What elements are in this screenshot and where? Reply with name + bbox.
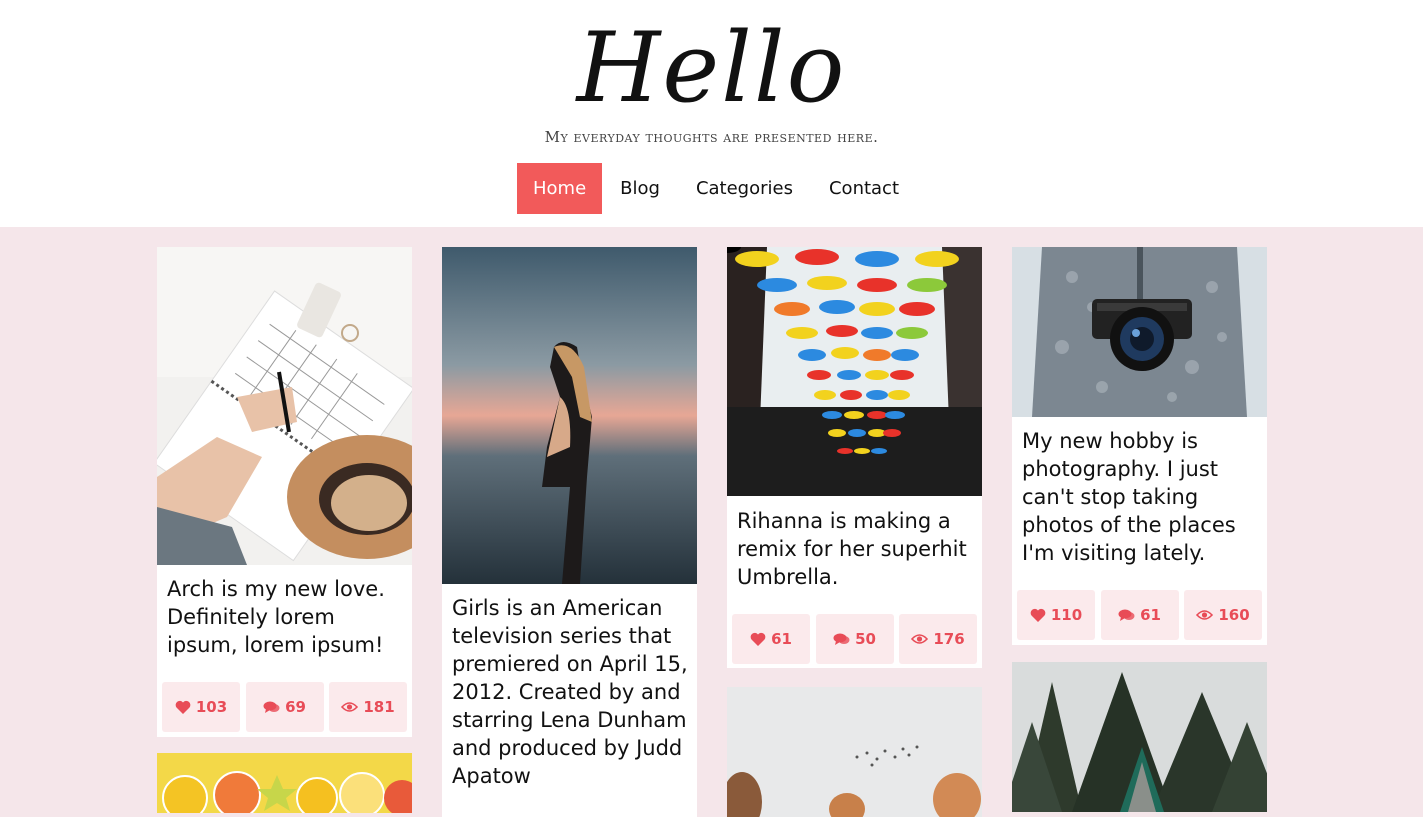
post-card[interactable] (1012, 662, 1267, 812)
site-tagline: My everyday thoughts are presented here. (544, 128, 879, 146)
heart-icon (750, 632, 766, 646)
comment-count: 50 (855, 630, 876, 648)
site-logo[interactable]: Hello (0, 8, 1423, 128)
post-text: Girls is an American television series t… (452, 596, 688, 788)
comment-button[interactable]: 50 (815, 614, 894, 664)
camera-sweater-photo[interactable] (1012, 247, 1267, 417)
like-count: 103 (195, 698, 228, 716)
nav-item-contact[interactable]: Contact (811, 163, 917, 214)
forest-cabin-photo[interactable] (1012, 662, 1267, 812)
like-count: 110 (1050, 606, 1083, 624)
nav-item-blog[interactable]: Blog (602, 163, 678, 214)
post-card[interactable]: My new hobby is photography. I just can'… (1012, 247, 1267, 645)
comment-count: 69 (285, 698, 306, 716)
planner-hands-hat-photo[interactable] (157, 247, 412, 565)
eye-icon (911, 634, 929, 644)
site-header: Hello My everyday thoughts are presented… (0, 0, 1423, 227)
comment-button[interactable]: 61 (1100, 590, 1179, 640)
umbrellas-photo[interactable] (727, 247, 982, 496)
comments-icon (263, 701, 280, 713)
view-button[interactable]: 160 (1184, 590, 1262, 640)
post-text: Arch is my new love. Definitely lorem ip… (167, 577, 385, 657)
comments-icon (833, 633, 850, 645)
view-button[interactable]: 181 (329, 682, 407, 732)
post-text: Rihanna is making a remix for her superh… (737, 509, 967, 589)
view-count: 176 (933, 630, 965, 648)
eye-icon (341, 702, 359, 712)
view-count: 181 (363, 698, 395, 716)
post-card[interactable]: Arch is my new love. Definitely lorem ip… (157, 247, 412, 737)
comment-button[interactable]: 69 (245, 682, 324, 732)
heart-icon (1030, 608, 1046, 622)
woman-sunset-photo[interactable] (442, 247, 697, 584)
post-card[interactable] (157, 753, 412, 813)
main-nav: Home Blog Categories Contact (517, 163, 917, 214)
view-button[interactable]: 176 (899, 614, 977, 664)
comments-icon (1118, 609, 1135, 621)
like-button[interactable]: 61 (732, 614, 810, 664)
post-card[interactable]: Rihanna is making a remix for her superh… (727, 247, 982, 668)
post-stats: 110 61 160 (1017, 590, 1262, 640)
post-text: My new hobby is photography. I just can'… (1022, 429, 1236, 565)
post-stats: 61 50 176 (732, 614, 977, 664)
citrus-fruits-photo[interactable] (157, 753, 412, 813)
like-button[interactable]: 110 (1017, 590, 1095, 640)
like-button[interactable]: 103 (162, 682, 240, 732)
heart-icon (175, 700, 191, 714)
post-stats: 103 69 181 (162, 682, 407, 732)
comment-count: 61 (1140, 606, 1161, 624)
post-card[interactable]: Girls is an American television series t… (442, 247, 697, 817)
view-count: 160 (1218, 606, 1250, 624)
nav-item-home[interactable]: Home (517, 163, 603, 214)
eye-icon (1196, 610, 1214, 620)
post-card[interactable] (727, 687, 982, 817)
autumn-trees-birds-photo[interactable] (727, 687, 982, 817)
like-count: 61 (771, 630, 792, 648)
nav-item-categories[interactable]: Categories (678, 163, 811, 214)
